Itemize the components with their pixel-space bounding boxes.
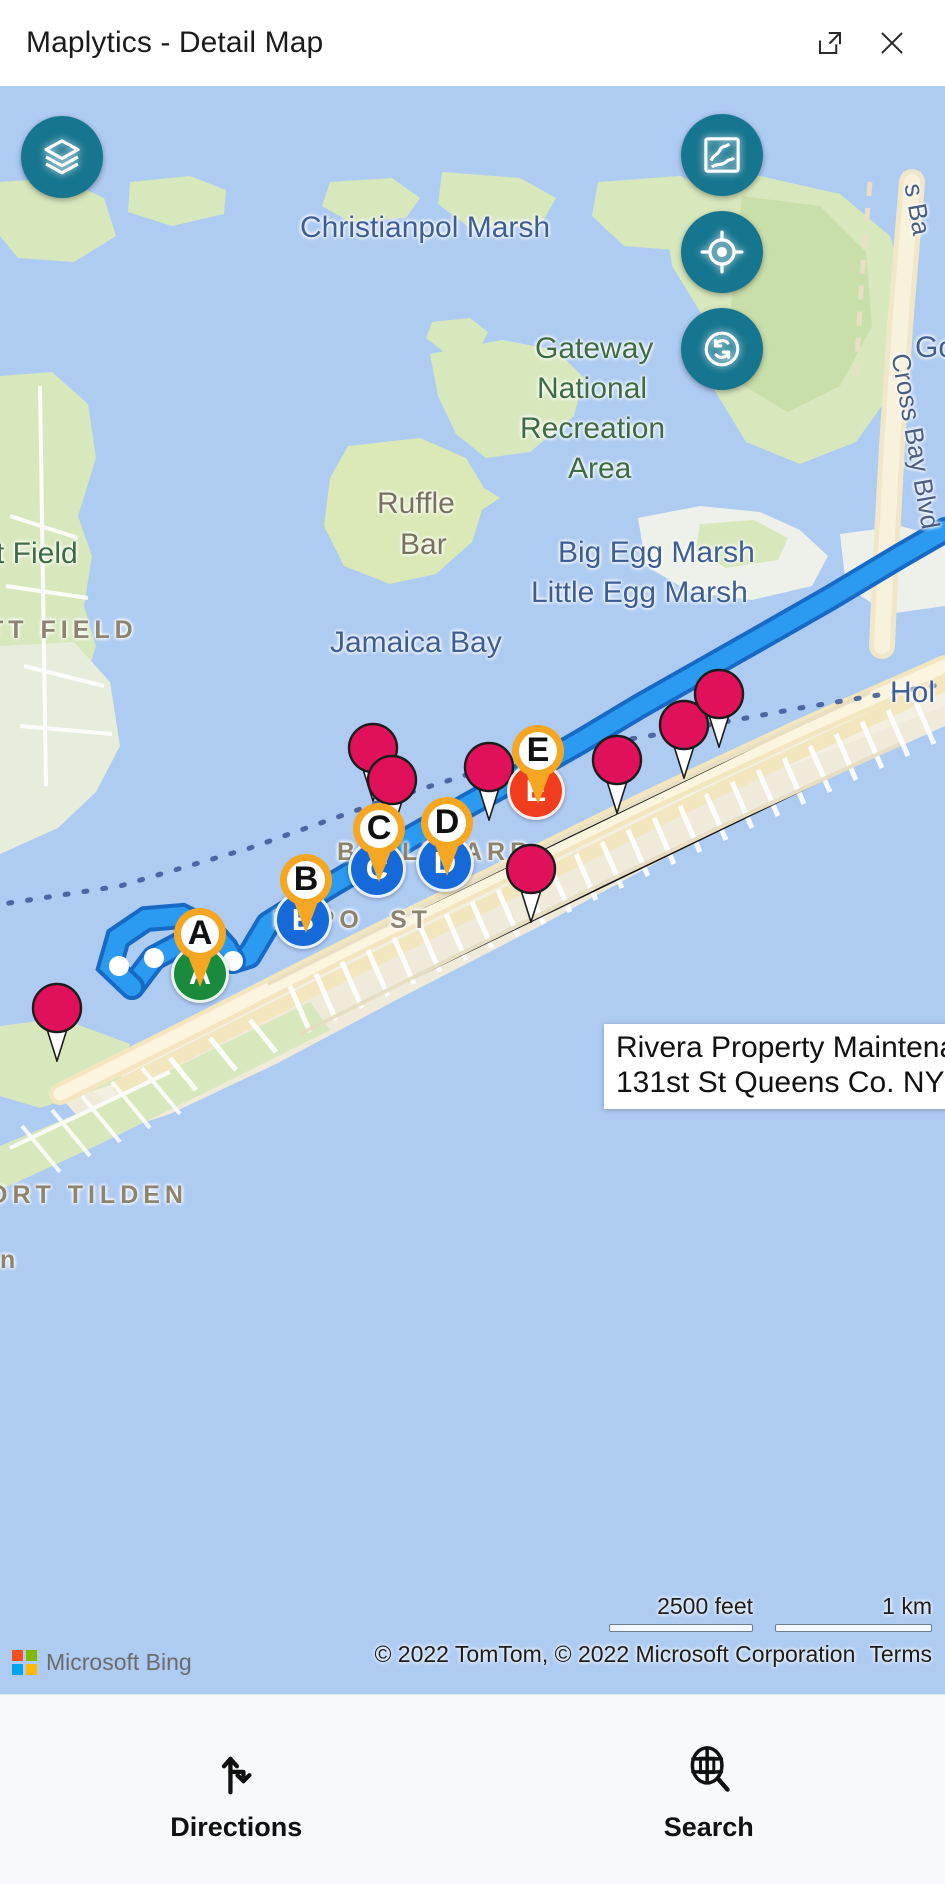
map-locate-button[interactable] (681, 211, 763, 293)
directions-icon (213, 1744, 259, 1796)
map-attribution: © 2022 TomTom, © 2022 Microsoft Corporat… (374, 1641, 932, 1668)
locate-icon (699, 229, 745, 275)
map-poi-pin[interactable] (588, 734, 646, 816)
map-poi-pin[interactable] (28, 982, 86, 1064)
close-button[interactable] (861, 12, 923, 74)
route-stop-pin-a[interactable] (170, 906, 230, 988)
layers-icon (40, 135, 84, 179)
image-icon (700, 133, 744, 177)
map-image-button[interactable] (681, 114, 763, 196)
bing-label: Microsoft Bing (46, 1649, 192, 1675)
map-viewport[interactable]: Christianpol Marsh Gateway National Recreat… (0, 86, 945, 1694)
bing-branding[interactable]: Microsoft Bing (12, 1649, 192, 1676)
page-title: Maplytics - Detail Map (26, 26, 324, 59)
terms-link[interactable]: Terms (869, 1641, 932, 1667)
toolbar-label-search: Search (663, 1812, 754, 1842)
route-stop-pin-c[interactable] (349, 801, 409, 883)
toolbar-item-directions[interactable]: Directions (0, 1695, 473, 1884)
map-layers-button[interactable] (21, 116, 103, 198)
route-stop-pin-e[interactable] (508, 723, 568, 805)
popout-button[interactable] (799, 12, 861, 74)
map-basemap (0, 86, 945, 1694)
location-callout[interactable]: Rivera Property Maintenanc 131st St Quee… (604, 1024, 945, 1109)
scale-bar-metric-label: 1 km (882, 1593, 932, 1619)
attribution-text: © 2022 TomTom, © 2022 Microsoft Corporat… (374, 1641, 856, 1667)
scale-bar-metric-line (775, 1624, 932, 1632)
map-poi-pin[interactable] (502, 843, 560, 925)
window-title-bar: Maplytics - Detail Map (0, 0, 945, 86)
callout-line-2: 131st St Queens Co. NY 11 (616, 1066, 945, 1100)
map-poi-pin[interactable] (690, 668, 748, 750)
scale-bar-metric: 1 km (775, 1593, 932, 1632)
route-stop-pin-d[interactable] (417, 795, 477, 877)
popout-icon (815, 28, 845, 58)
toolbar-item-search[interactable]: Search (473, 1695, 945, 1884)
microsoft-logo-icon (12, 1650, 37, 1675)
map-reset-button[interactable] (681, 308, 763, 390)
toolbar-label-directions: Directions (170, 1812, 303, 1842)
scale-bar-feet-label: 2500 feet (657, 1593, 753, 1619)
callout-line-1: Rivera Property Maintenanc (616, 1031, 945, 1064)
route-stop-pin-b[interactable] (276, 852, 336, 934)
scale-bar-feet-line (609, 1624, 753, 1632)
search-grid-icon (685, 1744, 733, 1796)
map-scale-bars: 2500 feet 1 km (609, 1593, 932, 1632)
close-icon (877, 28, 907, 58)
bottom-toolbar: Directions Search (0, 1694, 945, 1884)
scale-bar-feet: 2500 feet (609, 1593, 753, 1632)
refresh-icon (700, 327, 744, 371)
